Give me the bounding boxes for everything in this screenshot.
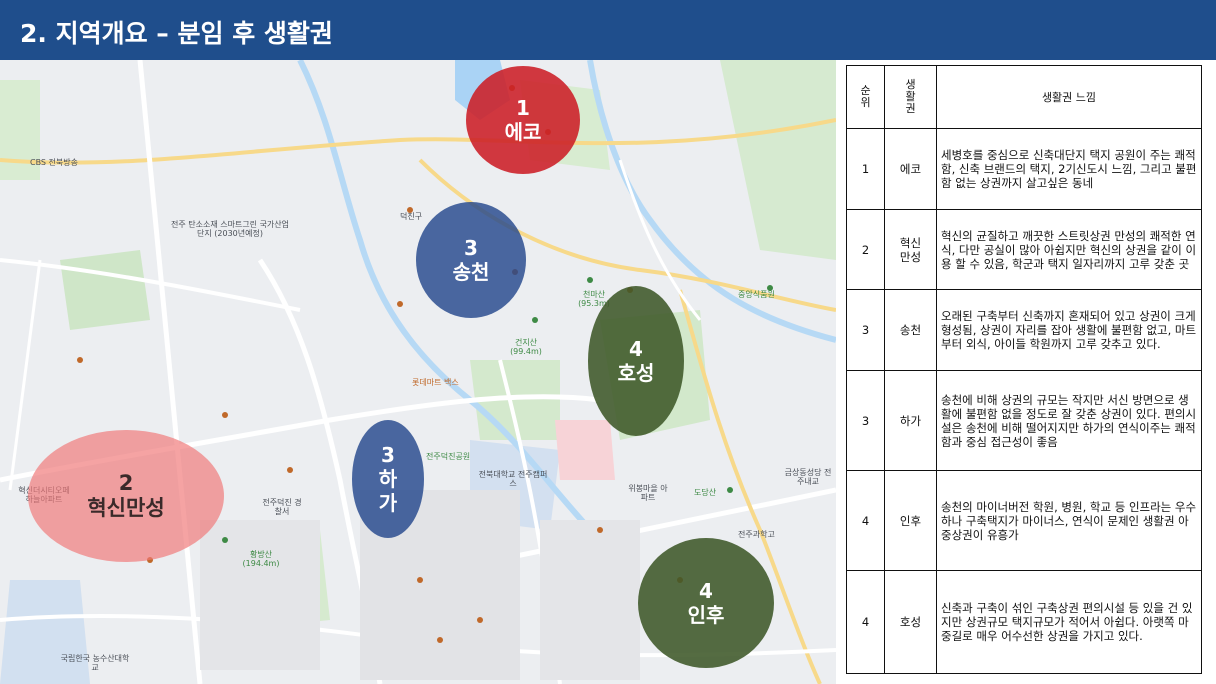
map-label-nongsusan: 국립한국 농수산대학교 — [60, 654, 130, 672]
row-zone: 인후 — [884, 470, 937, 571]
zone-eco-name: 에코 — [504, 120, 542, 144]
header-zone: 생활권 — [884, 65, 937, 129]
map-label-lotte: 롯데마트 백스 — [412, 378, 459, 387]
map-label-wibong: 위봉마을 아파트 — [628, 484, 668, 502]
map-label-geumsang: 금상동성당 전주내교 — [784, 468, 832, 486]
row-zone: 하가 — [884, 370, 937, 471]
zone-songcheon: 3 송천 — [416, 202, 526, 318]
zone-haga-line1: 하 — [378, 467, 398, 491]
row-description: 혁신의 균질하고 깨끗한 스트릿상권 만성의 쾌적한 연식, 다만 공실이 많아… — [936, 209, 1202, 290]
row-description: 송천에 비해 상권의 규모는 작지만 서신 방면으로 생활에 불편함 없을 정도… — [936, 370, 1202, 471]
row-zone: 혁신만성 — [884, 209, 937, 290]
zone-hyeoksin: 2 혁신만성 — [28, 430, 224, 562]
zone-hoseong: 4 호성 — [588, 286, 684, 436]
page-title: 2. 지역개요 – 분임 후 생활권 — [20, 19, 333, 48]
zone-inhu: 4 인후 — [638, 538, 774, 668]
table-row: 1 에코 세병호를 중심으로 신축대단지 택지 공원이 주는 쾌적함, 신축 브… — [846, 128, 1202, 210]
table-row: 3 하가 송천에 비해 상권의 규모는 작지만 서신 방면으로 생활에 불편함 … — [846, 370, 1202, 471]
living-zone-table: 순위 생활권 생활권 느낌 1 에코 세병호를 중심으로 신축대단지 택지 공원… — [846, 65, 1202, 674]
zone-songcheon-number: 3 — [464, 236, 478, 260]
map-label-jeonbuk-univ: 전북대학교 전주캠퍼스 — [478, 470, 548, 488]
row-rank: 3 — [846, 370, 885, 471]
table-row: 4 호성 신축과 구축이 섞인 구축상권 편의시설 등 있을 건 있지만 상권규… — [846, 570, 1202, 674]
zone-haga-number: 3 — [381, 443, 395, 467]
map-label-deokjin-park: 전주덕진공원 — [426, 452, 471, 461]
map-label-science-high: 전주과학고 — [738, 530, 775, 539]
row-rank: 3 — [846, 289, 885, 371]
map-label-jungang: 중앙식품원 — [738, 290, 775, 299]
map-label-geonjisan: 건지산 (99.4m) — [510, 338, 542, 356]
row-zone: 에코 — [884, 128, 937, 210]
zone-hoseong-name: 호성 — [617, 361, 655, 385]
zone-inhu-name: 인후 — [687, 603, 725, 627]
zone-haga: 3 하 가 — [352, 420, 424, 538]
zone-eco-number: 1 — [516, 96, 530, 120]
zone-haga-line2: 가 — [378, 491, 398, 515]
row-description: 신축과 구축이 섞인 구축상권 편의시설 등 있을 건 있지만 상권규모 택지규… — [936, 570, 1202, 674]
row-rank: 2 — [846, 209, 885, 290]
table-row: 2 혁신만성 혁신의 균질하고 깨끗한 스트릿상권 만성의 쾌적한 연식, 다만… — [846, 209, 1202, 290]
map-label-tech-complex: 전주 탄소소재 스마트그린 국가산업단지 (2030년예정) — [170, 220, 290, 238]
zone-songcheon-name: 송천 — [452, 260, 490, 284]
row-zone: 호성 — [884, 570, 937, 674]
zone-inhu-number: 4 — [699, 579, 713, 603]
row-description: 송천의 마이너버전 학원, 병원, 학교 등 인프라는 우수하나 구축택지가 마… — [936, 470, 1202, 571]
zone-hoseong-number: 4 — [629, 337, 643, 361]
header-rank: 순위 — [846, 65, 885, 129]
map-label-cbs: CBS 전북방송 — [30, 158, 78, 167]
slide-header: 2. 지역개요 – 분임 후 생활권 — [0, 0, 1216, 60]
map-label-deokjin: 덕진구 — [400, 212, 423, 221]
map-label-police: 전주덕진 경찰서 — [262, 498, 302, 516]
header-feel: 생활권 느낌 — [936, 65, 1202, 129]
map-label-hwangbangsan: 황방산 (194.4m) — [242, 550, 280, 568]
zone-hyeoksin-number: 2 — [118, 470, 134, 495]
map-label-dodangsan: 도당산 — [694, 488, 717, 497]
row-description: 세병호를 중심으로 신축대단지 택지 공원이 주는 쾌적함, 신축 브랜드의 택… — [936, 128, 1202, 210]
map-area[interactable]: CBS 전북방송 전주 탄소소재 스마트그린 국가산업단지 (2030년예정) … — [0, 60, 836, 684]
row-zone: 송천 — [884, 289, 937, 371]
row-description: 오래된 구축부터 신축까지 혼재되어 있고 상권이 크게 형성됨, 상권이 자리… — [936, 289, 1202, 371]
row-rank: 4 — [846, 570, 885, 674]
row-rank: 4 — [846, 470, 885, 571]
table-header-row: 순위 생활권 생활권 느낌 — [846, 65, 1202, 129]
table-row: 3 송천 오래된 구축부터 신축까지 혼재되어 있고 상권이 크게 형성됨, 상… — [846, 289, 1202, 371]
row-rank: 1 — [846, 128, 885, 210]
table-row: 4 인후 송천의 마이너버전 학원, 병원, 학교 등 인프라는 우수하나 구축… — [846, 470, 1202, 571]
zone-hyeoksin-name: 혁신만성 — [87, 496, 165, 520]
zone-eco: 1 에코 — [466, 66, 580, 174]
